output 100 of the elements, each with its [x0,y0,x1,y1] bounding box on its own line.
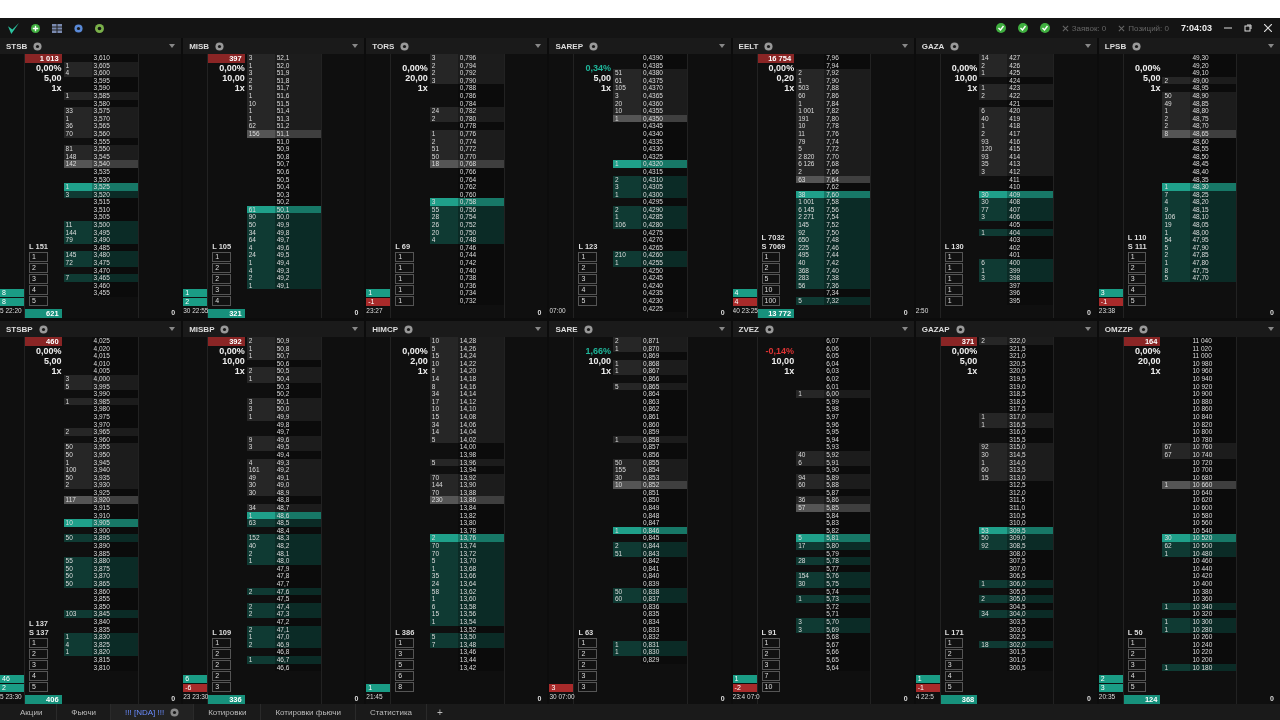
settings-icon[interactable] [38,324,48,334]
change-percent: 0,00% [1133,63,1161,73]
dropdown-caret-icon[interactable] [1268,327,1274,331]
tab[interactable]: Котировки фьючи [261,704,356,720]
restore-icon[interactable] [1244,24,1252,32]
dropdown-caret-icon[interactable] [1084,327,1091,331]
ticker-label[interactable]: SAREP [555,41,583,51]
dropdown-caret-icon[interactable] [169,44,176,48]
ticker-label[interactable]: OMZZP [1104,324,1133,334]
dropdown-caret-icon[interactable] [901,44,908,48]
settings-icon[interactable] [764,41,774,51]
dropdown-caret-icon[interactable] [718,327,725,331]
settings-icon[interactable] [1132,41,1142,51]
step-value: 5,00 [43,356,62,366]
step-value: 0,20 [775,73,795,83]
status-counter: Заявок: 0 [1061,23,1107,33]
ticker-label[interactable]: MISBP [189,324,215,334]
close-icon[interactable] [1264,24,1272,32]
logo-icon [8,22,19,34]
help-icon[interactable] [95,23,104,33]
change-percent: 0,00% [35,63,62,73]
multiplier: 1x [233,83,245,93]
multiplier: 1x [1149,83,1161,93]
step-value: 5,00 [43,73,62,83]
settings-icon[interactable] [215,41,225,51]
change-percent: 0,00% [950,346,978,356]
minimize-icon[interactable] [1224,24,1232,32]
multiplier: 1x [50,366,62,376]
dropdown-caret-icon[interactable] [352,44,359,48]
step-value: 10,00 [587,356,611,366]
step-value: 2,00 [409,356,428,366]
settings-icon[interactable] [404,324,414,334]
change-percent: 0,00% [218,346,245,356]
dropdown-caret-icon[interactable] [901,327,908,331]
step-value: 20,00 [404,73,428,83]
dropdown-caret-icon[interactable] [1268,44,1274,48]
multiplier: 1x [783,366,795,376]
check-icon [1039,23,1050,33]
add-icon[interactable] [31,23,40,33]
change-percent: 0,34% [584,63,611,73]
tab[interactable]: Котировки [194,704,262,720]
ticker-label[interactable]: LPSB [1104,41,1127,51]
ticker-label[interactable]: STSBP [6,324,33,334]
step-value: 5,00 [1141,73,1161,83]
ticker-label[interactable]: ZVEZ [738,324,759,334]
ticker-label[interactable]: GAZAP [921,324,950,334]
settings-icon[interactable] [765,324,774,334]
dropdown-caret-icon[interactable] [535,44,542,48]
multiplier: 1x [50,83,62,93]
step-value: 10,00 [221,356,245,366]
settings-icon[interactable] [950,41,960,51]
settings-icon[interactable] [74,23,83,33]
ticker-label[interactable]: MISB [189,41,210,51]
multiplier: 1x [416,83,428,93]
multiplier: 1x [783,83,795,93]
change-percent: 0,00% [218,63,245,73]
ticker-label[interactable]: SARE [555,324,578,334]
step-value: 5,00 [592,73,611,83]
clock: 7:04:03 [1180,23,1212,33]
dropdown-caret-icon[interactable] [352,327,359,331]
table-icon[interactable] [52,23,62,33]
step-value: 20,00 [1136,356,1161,366]
check-icon [1017,23,1028,33]
multiplier: 1x [1149,366,1161,376]
ticker-label[interactable]: TORS [372,41,395,51]
change-percent: -0,14% [764,346,795,356]
tab[interactable]: !!! [NDA] !!! [111,704,195,720]
tab[interactable]: Статистика [356,704,428,720]
multiplier: 1x [966,366,978,376]
ticker-label[interactable]: GAZA [921,41,945,51]
ticker-label[interactable]: HIMCP [372,324,399,334]
cross-icon [1061,24,1069,32]
change-percent: 0,00% [35,346,62,356]
dropdown-caret-icon[interactable] [1084,44,1091,48]
dropdown-caret-icon[interactable] [718,44,725,48]
change-percent: 0,00% [401,63,428,73]
change-percent: 0,00% [950,63,978,73]
settings-icon[interactable] [589,41,598,51]
multiplier: 1x [600,366,611,376]
ticker-label[interactable]: EELT [738,41,759,51]
settings-icon[interactable] [583,324,593,334]
dropdown-caret-icon[interactable] [535,327,542,331]
multiplier: 1x [233,366,245,376]
ticker-label[interactable]: STSB [6,41,28,51]
settings-icon[interactable] [220,324,230,334]
settings-icon[interactable] [955,324,965,334]
settings-icon[interactable] [1138,324,1148,334]
tab[interactable]: Акции [6,704,58,720]
settings-icon[interactable] [400,41,410,51]
dropdown-caret-icon[interactable] [169,327,176,331]
check-icon [995,23,1006,33]
step-value: 5,00 [958,356,978,366]
add-tab-button[interactable]: + [427,706,453,718]
cross-icon [1118,24,1126,32]
settings-icon[interactable] [33,41,43,51]
step-value: 10,00 [953,73,978,83]
change-percent: 0,00% [401,346,428,356]
tab-settings-icon[interactable] [170,707,180,717]
multiplier: 1x [600,83,611,93]
multiplier: 1x [966,83,978,93]
